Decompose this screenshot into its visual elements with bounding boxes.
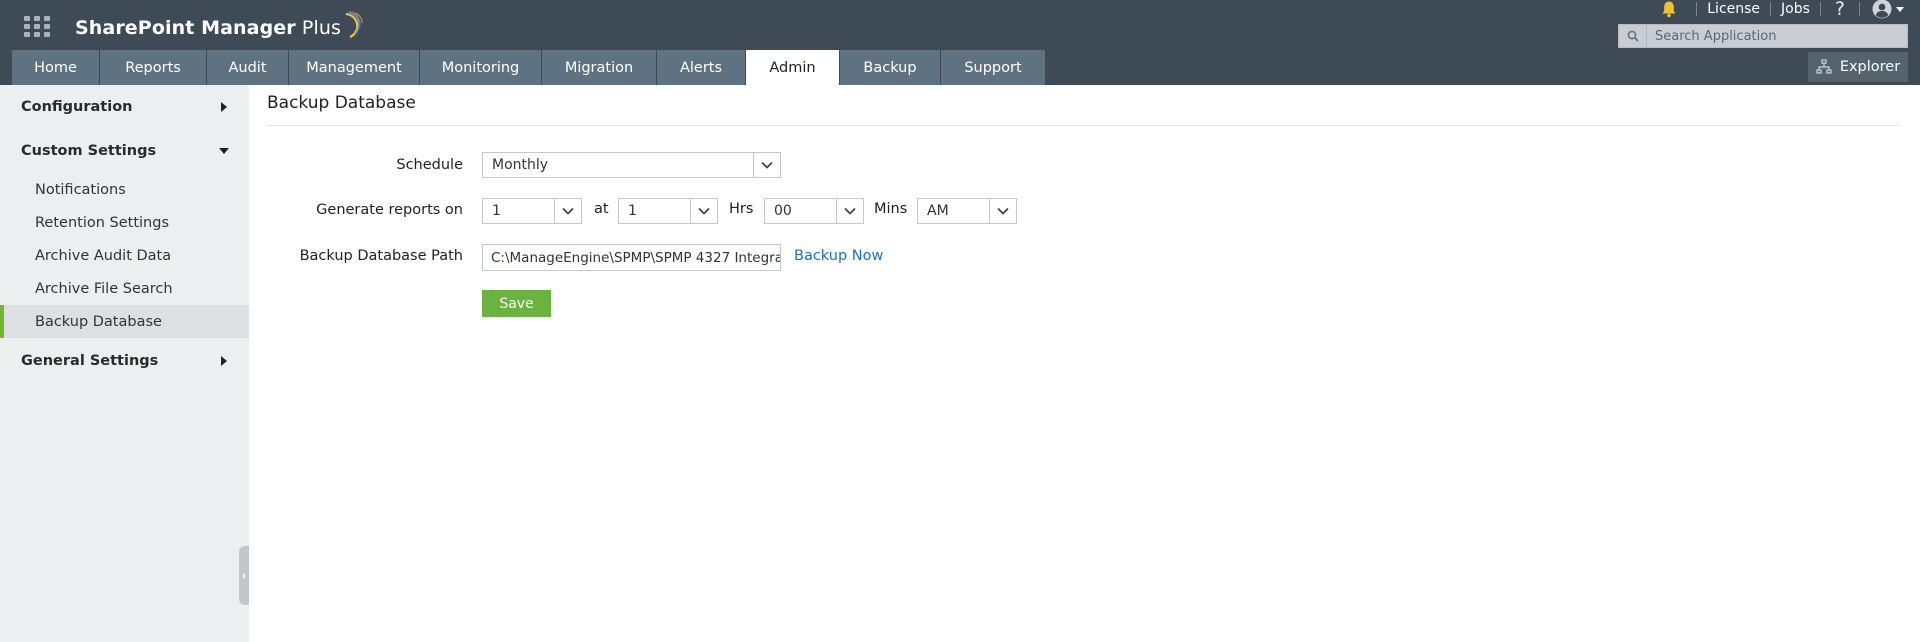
day-value: 1 [492, 203, 501, 219]
chevron-down-icon [690, 199, 717, 223]
top-header: SharePoint Manager Plus License Jobs ? S… [0, 0, 1920, 85]
schedule-value: Monthly [492, 157, 549, 173]
top-links: License Jobs ? [1660, 0, 1904, 19]
tab-alerts[interactable]: Alerts [657, 50, 745, 85]
backup-path-label: Backup Database Path [299, 248, 463, 264]
explorer-label: Explorer [1839, 59, 1901, 75]
sidebar-group-custom-settings[interactable]: Custom Settings [0, 129, 249, 173]
logo-arc-icon [345, 11, 363, 39]
chevron-down-icon [1896, 6, 1904, 12]
app-name: SharePoint Manager Plus [75, 17, 341, 39]
hrs-label: Hrs [729, 201, 754, 217]
tab-migration[interactable]: Migration [542, 50, 656, 85]
tab-reports[interactable]: Reports [100, 50, 206, 85]
jobs-link[interactable]: Jobs [1771, 1, 1820, 17]
tab-monitoring[interactable]: Monitoring [420, 50, 541, 85]
app-logo[interactable]: SharePoint Manager Plus [75, 8, 364, 40]
user-menu[interactable] [1860, 0, 1904, 19]
sidebar: Configuration Custom Settings Notificati… [0, 85, 249, 642]
backup-now-link[interactable]: Backup Now [794, 248, 883, 264]
tab-backup[interactable]: Backup [840, 50, 940, 85]
sidebar-group-label: Configuration [21, 99, 133, 115]
chevron-down-icon [989, 199, 1016, 223]
sidebar-group-label: General Settings [21, 353, 159, 369]
save-button[interactable]: Save [482, 290, 551, 317]
sidebar-item-retention-settings[interactable]: Retention Settings [0, 206, 249, 239]
explorer-button[interactable]: Explorer [1808, 52, 1908, 82]
tab-audit[interactable]: Audit [207, 50, 288, 85]
ampm-select[interactable]: AM [917, 198, 1017, 224]
mins-label: Mins [874, 201, 908, 217]
title-divider [267, 125, 1900, 126]
apps-grid-icon[interactable] [24, 16, 50, 37]
explorer-icon [1816, 59, 1832, 74]
at-label: at [594, 201, 609, 217]
sidebar-group-general-settings[interactable]: General Settings [0, 339, 249, 383]
sidebar-group-label: Custom Settings [21, 143, 157, 159]
sidebar-item-notifications[interactable]: Notifications [0, 173, 249, 206]
tab-management[interactable]: Management [289, 50, 419, 85]
main-nav-tabs: Home Reports Audit Management Monitoring… [12, 50, 1046, 85]
chevron-down-icon [836, 199, 863, 223]
backup-path-input[interactable] [482, 244, 781, 271]
generate-reports-label: Generate reports on [316, 202, 463, 218]
schedule-select[interactable]: Monthly [482, 152, 781, 178]
ampm-value: AM [927, 203, 949, 219]
hour-select[interactable]: 1 [618, 198, 718, 224]
day-select[interactable]: 1 [482, 198, 582, 224]
sidebar-group-configuration[interactable]: Configuration [0, 85, 249, 129]
sidebar-collapse-handle[interactable] [239, 546, 249, 605]
tab-support[interactable]: Support [941, 50, 1045, 85]
search-icon[interactable] [1619, 25, 1647, 47]
tab-home[interactable]: Home [12, 50, 99, 85]
sidebar-item-backup-database[interactable]: Backup Database [0, 305, 249, 338]
tab-admin[interactable]: Admin [746, 50, 839, 85]
search-input[interactable] [1647, 28, 1897, 44]
help-icon[interactable]: ? [1821, 0, 1859, 19]
license-link[interactable]: License [1697, 1, 1770, 17]
sidebar-item-archive-audit-data[interactable]: Archive Audit Data [0, 239, 249, 272]
schedule-label: Schedule [396, 157, 463, 173]
search-box[interactable] [1618, 24, 1908, 48]
sidebar-item-archive-file-search[interactable]: Archive File Search [0, 272, 249, 305]
chevron-right-icon [221, 102, 227, 112]
chevron-down-icon [219, 148, 229, 154]
hour-value: 1 [628, 203, 637, 219]
chevron-down-icon [554, 199, 581, 223]
chevron-down-icon [753, 153, 780, 177]
chevron-right-icon [221, 356, 227, 366]
user-icon [1872, 0, 1892, 19]
minute-select[interactable]: 00 [764, 198, 864, 224]
minute-value: 00 [774, 203, 792, 219]
page-title: Backup Database [267, 93, 416, 113]
bell-icon[interactable] [1660, 0, 1678, 18]
